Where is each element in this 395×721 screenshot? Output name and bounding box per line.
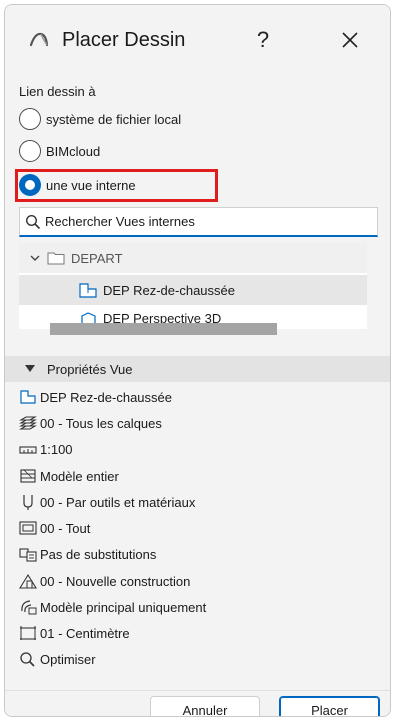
- radio-button[interactable]: [19, 108, 41, 130]
- prop-hotlink[interactable]: Modèle principal uniquement: [19, 596, 206, 618]
- prop-structure-display[interactable]: Modèle entier: [19, 465, 119, 487]
- prop-label: 01 - Centimètre: [40, 625, 130, 641]
- radio-button[interactable]: [19, 140, 41, 162]
- tree-item-selected[interactable]: DEP Rez-de-chaussée: [19, 275, 367, 305]
- search-icon: [25, 214, 41, 229]
- prop-model-view[interactable]: 00 - Tout: [19, 517, 90, 539]
- pen-set-icon: [23, 495, 33, 510]
- prop-label: Optimiser: [40, 651, 96, 667]
- cancel-button[interactable]: Annuler: [150, 696, 260, 716]
- search-box[interactable]: [19, 207, 378, 237]
- help-button[interactable]: ?: [251, 25, 275, 55]
- hotlink-icon: [21, 600, 37, 615]
- close-icon[interactable]: [335, 25, 365, 55]
- layers-icon: [19, 416, 37, 430]
- title-bar: Placer Dessin ?: [5, 5, 390, 71]
- prop-zoom[interactable]: Optimiser: [19, 648, 96, 670]
- zoom-icon: [20, 652, 35, 667]
- prop-label: 00 - Tous les calques: [40, 415, 162, 431]
- floor-plan-icon: [20, 390, 36, 404]
- search-input[interactable]: [45, 214, 365, 229]
- structure-display-icon: [20, 469, 36, 483]
- prop-layers[interactable]: 00 - Tous les calques: [19, 412, 162, 434]
- view-properties-label: Propriétés Vue: [47, 361, 133, 377]
- renovation-filter-icon: [19, 573, 37, 589]
- radio-bimcloud[interactable]: BIMcloud: [19, 138, 100, 164]
- radio-local-file[interactable]: système de fichier local: [19, 106, 181, 132]
- prop-scale[interactable]: 1:100: [19, 438, 73, 460]
- prop-renovation[interactable]: 00 - Nouvelle construction: [19, 570, 190, 592]
- link-section-label: Lien dessin à: [19, 84, 96, 99]
- chevron-down-icon[interactable]: [29, 252, 41, 264]
- prop-graphic-override[interactable]: Pas de substitutions: [19, 543, 156, 565]
- prop-label: Modèle entier: [40, 468, 119, 484]
- triangle-down-icon: [25, 365, 35, 372]
- window-title: Placer Dessin: [62, 29, 186, 51]
- prop-label: 00 - Nouvelle construction: [40, 573, 191, 589]
- prop-label: 00 - Par outils et matériaux: [40, 494, 196, 510]
- prop-label: 00 - Tout: [40, 520, 91, 536]
- floor-plan-icon: [79, 282, 97, 298]
- folder-icon: [47, 252, 65, 265]
- prop-label: Modèle principal uniquement: [40, 599, 207, 615]
- view-tree: DEPART DEP Rez-de-chaussée DEP Perspecti…: [19, 243, 367, 329]
- tree-item-label: DEP Rez-de-chaussée: [103, 282, 235, 298]
- prop-label: Pas de substitutions: [40, 546, 157, 562]
- radio-label: système de fichier local: [46, 111, 182, 127]
- graphic-override-icon: [19, 548, 37, 562]
- model-view-options-icon: [19, 521, 37, 535]
- place-drawing-dialog: Placer Dessin ? Lien dessin à système de…: [4, 4, 391, 717]
- prop-label: DEP Rez-de-chaussée: [40, 389, 172, 405]
- tree-folder-depart[interactable]: DEPART: [19, 243, 367, 273]
- view-properties-header[interactable]: Propriétés Vue: [5, 356, 390, 382]
- place-button[interactable]: Placer: [279, 696, 380, 716]
- prop-label: 1:100: [40, 441, 73, 457]
- tree-folder-label: DEPART: [71, 250, 123, 266]
- radio-label: BIMcloud: [46, 143, 101, 159]
- dialog-footer: Annuler Placer: [5, 690, 390, 716]
- archicad-arc-icon: [29, 32, 49, 47]
- prop-view-name[interactable]: DEP Rez-de-chaussée: [19, 386, 172, 408]
- scale-ruler-icon: [19, 446, 37, 454]
- dimension-icon: [20, 626, 36, 640]
- horizontal-scrollbar[interactable]: [50, 323, 277, 335]
- prop-pen-set[interactable]: 00 - Par outils et matériaux: [19, 491, 195, 513]
- annotation-highlight-box: [15, 169, 218, 202]
- prop-dimensions[interactable]: 01 - Centimètre: [19, 622, 130, 644]
